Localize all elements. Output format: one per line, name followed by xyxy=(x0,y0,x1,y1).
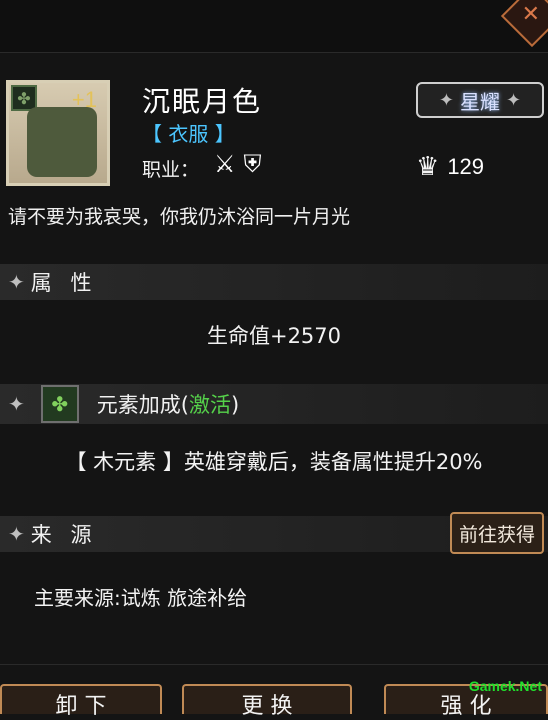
item-type: 【 衣服 】 xyxy=(142,122,235,146)
top-bar: ✕ xyxy=(0,0,548,53)
source-text: 主要来源:试炼 旅途补给 xyxy=(34,586,248,610)
element-title-main: 元素加成( xyxy=(96,393,189,417)
shield-icon: ⛨ xyxy=(243,150,262,178)
section-title: 属 性 xyxy=(30,271,98,295)
score-value: 129 xyxy=(447,154,485,179)
element-bonus-header: ✦ ✤ 元素加成(激活) xyxy=(0,384,548,424)
job-label: 职业： xyxy=(142,159,200,181)
goto-button[interactable]: 前往获得 xyxy=(450,512,544,554)
watermark: Gamek.Net xyxy=(468,678,542,694)
attributes-header: ✦ 属 性 xyxy=(0,264,548,300)
plus-icon: ✦ xyxy=(8,522,25,546)
close-icon[interactable]: ✕ xyxy=(522,2,540,27)
item-description: 请不要为我哀哭，你我仍沐浴同一片月光 xyxy=(8,206,351,228)
element-title: 元素加成(激活) xyxy=(97,389,239,419)
element-title-end: ) xyxy=(230,393,240,417)
activation-status: 激活 xyxy=(188,393,231,417)
leaf-element-icon: ✤ xyxy=(40,385,79,423)
job-icons: ⚔ ⛨ xyxy=(214,150,262,178)
plus-icon: ✦ xyxy=(8,392,25,416)
plus-icon: ✦ xyxy=(506,89,522,111)
replace-button[interactable]: 更 换 xyxy=(182,684,352,719)
hp-value: 生命值+2570 xyxy=(206,324,342,348)
unequip-button[interactable]: 卸 下 xyxy=(0,684,162,719)
score-row: ♛ 129 xyxy=(416,152,484,182)
item-card: ✤ +1 xyxy=(6,80,110,186)
element-description: 【 木元素 】英雄穿戴后，装备属性提升20% xyxy=(65,450,483,474)
item-name: 沉眠月色 xyxy=(142,85,263,118)
section-title: 来 源 xyxy=(30,523,98,547)
plus-icon: ✦ xyxy=(8,270,25,294)
clothes-icon xyxy=(27,107,97,177)
crown-icon: ♛ xyxy=(416,152,440,182)
plus-icon: ✦ xyxy=(438,89,454,111)
rarity-label: 星耀 xyxy=(460,89,500,114)
rarity-badge: ✦ 星耀 ✦ xyxy=(416,82,544,118)
job-class-icon: ⚔ xyxy=(214,150,236,178)
